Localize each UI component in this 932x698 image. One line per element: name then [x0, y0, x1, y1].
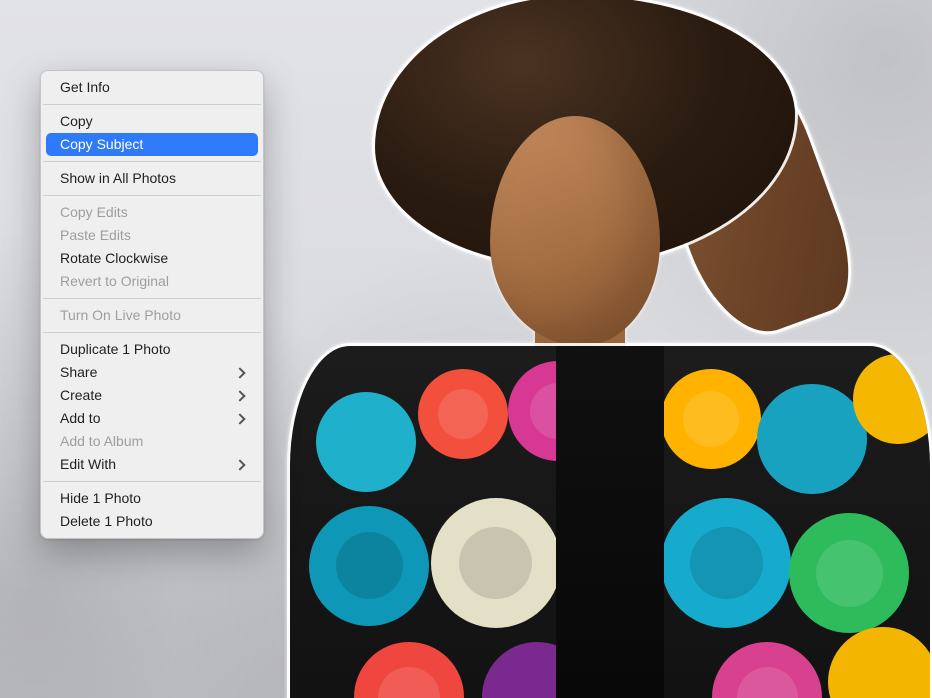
context-menu-item-label: Revert to Original	[60, 273, 169, 290]
context-menu-item-label: Rotate Clockwise	[60, 250, 168, 267]
context-menu-item-rotate-clockwise[interactable]: Rotate Clockwise	[46, 247, 258, 270]
context-menu-separator	[43, 298, 261, 299]
context-menu-item-create[interactable]: Create	[46, 384, 258, 407]
context-menu-item-duplicate-1-photo[interactable]: Duplicate 1 Photo	[46, 338, 258, 361]
chevron-right-icon	[234, 413, 245, 424]
context-menu-item-get-info[interactable]: Get Info	[46, 76, 258, 99]
context-menu-separator	[43, 104, 261, 105]
context-menu-item-label: Get Info	[60, 79, 110, 96]
chevron-right-icon	[234, 390, 245, 401]
context-menu-item-copy-edits: Copy Edits	[46, 201, 258, 224]
context-menu-separator	[43, 195, 261, 196]
context-menu-item-show-in-all-photos[interactable]: Show in All Photos	[46, 167, 258, 190]
context-menu-item-label: Add to	[60, 410, 100, 427]
context-menu-item-revert-to-original: Revert to Original	[46, 270, 258, 293]
context-menu-item-edit-with[interactable]: Edit With	[46, 453, 258, 476]
context-menu-item-label: Copy Subject	[60, 136, 143, 153]
context-menu-item-add-to[interactable]: Add to	[46, 407, 258, 430]
context-menu-item-paste-edits: Paste Edits	[46, 224, 258, 247]
context-menu-separator	[43, 332, 261, 333]
chevron-right-icon	[234, 367, 245, 378]
context-menu-item-label: Add to Album	[60, 433, 143, 450]
context-menu-item-label: Hide 1 Photo	[60, 490, 141, 507]
context-menu-item-copy-subject[interactable]: Copy Subject	[46, 133, 258, 156]
context-menu-item-label: Share	[60, 364, 97, 381]
context-menu-item-label: Paste Edits	[60, 227, 131, 244]
context-menu-item-label: Copy	[60, 113, 93, 130]
context-menu-item-label: Delete 1 Photo	[60, 513, 153, 530]
context-menu-item-label: Create	[60, 387, 102, 404]
context-menu-separator	[43, 161, 261, 162]
context-menu[interactable]: Get Info Copy Copy Subject Show in All Phot…	[40, 70, 264, 539]
context-menu-item-hide-1-photo[interactable]: Hide 1 Photo	[46, 487, 258, 510]
context-menu-item-delete-1-photo[interactable]: Delete 1 Photo	[46, 510, 258, 533]
context-menu-item-copy[interactable]: Copy	[46, 110, 258, 133]
chevron-right-icon	[234, 459, 245, 470]
context-menu-item-label: Copy Edits	[60, 204, 128, 221]
context-menu-item-add-to-album: Add to Album	[46, 430, 258, 453]
context-menu-item-label: Edit With	[60, 456, 116, 473]
context-menu-separator	[43, 481, 261, 482]
photo-subject	[300, 0, 932, 698]
context-menu-item-turn-on-live-photo: Turn On Live Photo	[46, 304, 258, 327]
context-menu-item-share[interactable]: Share	[46, 361, 258, 384]
context-menu-item-label: Turn On Live Photo	[60, 307, 181, 324]
context-menu-item-label: Duplicate 1 Photo	[60, 341, 171, 358]
context-menu-item-label: Show in All Photos	[60, 170, 176, 187]
